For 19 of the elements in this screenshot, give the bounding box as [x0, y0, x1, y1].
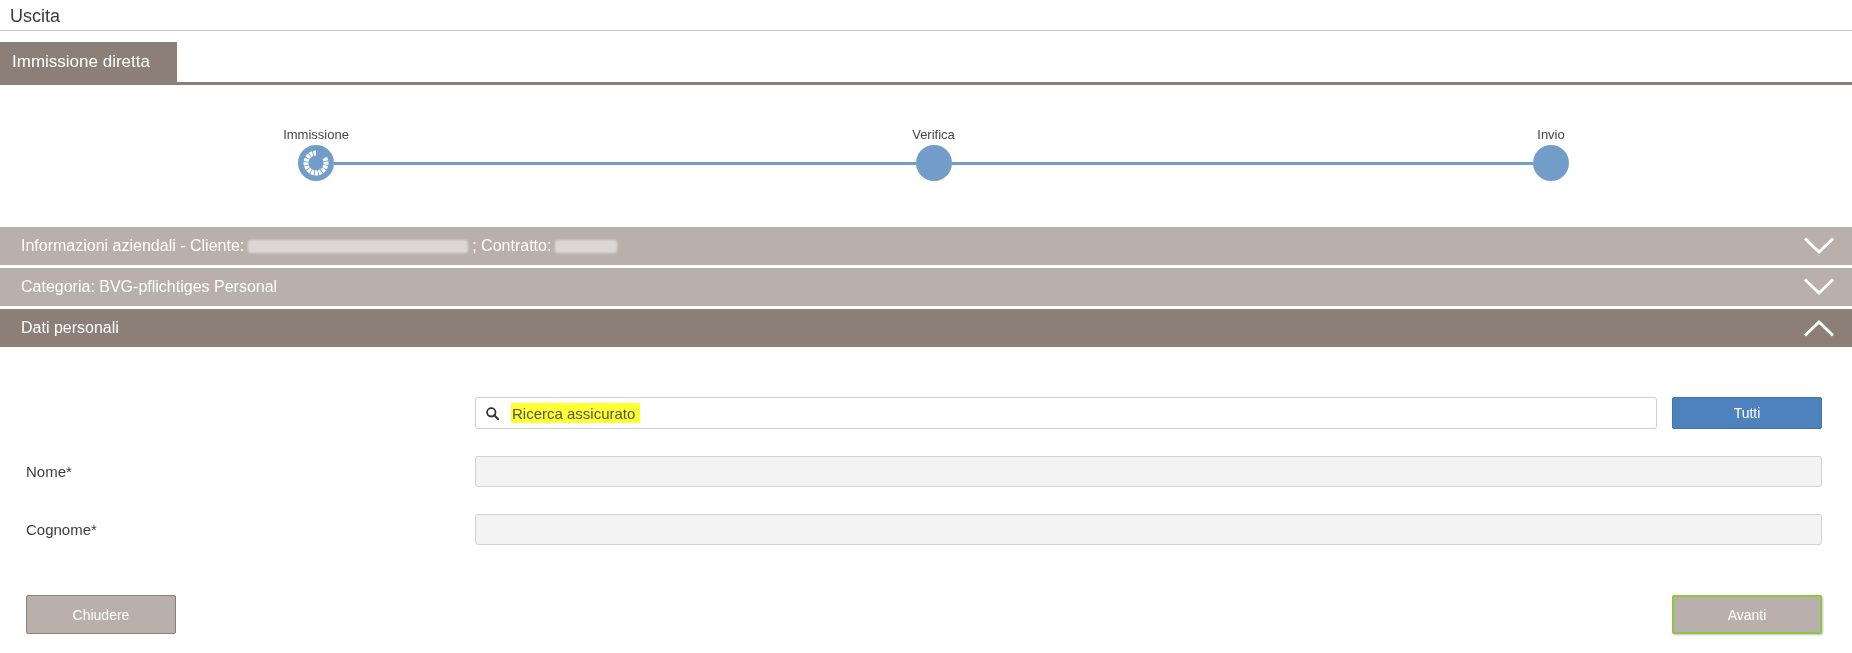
chevron-down-icon[interactable]	[1803, 278, 1835, 296]
section-header[interactable]: Categoria: BVG-pflichtiges Personal	[0, 268, 1852, 306]
page-title: Uscita	[10, 5, 60, 27]
field-label: Cognome*	[26, 521, 97, 538]
search-input[interactable]: Ricerca assicurato	[511, 403, 640, 423]
chevron-down-icon[interactable]	[1803, 237, 1835, 255]
field-label: Nome*	[26, 463, 72, 480]
action-button[interactable]: Chiudere	[26, 595, 176, 634]
section-header[interactable]: Dati personali	[0, 309, 1852, 347]
tab[interactable]: Immissione diretta	[0, 42, 177, 82]
search-field[interactable]: Ricerca assicurato	[475, 397, 1657, 429]
search-icon	[486, 406, 499, 420]
chevron-up-icon[interactable]	[1803, 319, 1835, 337]
section-header[interactable]: Informazioni aziendali - Cliente: ; Contratto:	[0, 227, 1852, 265]
step-label: Invio	[1537, 127, 1565, 143]
action-button[interactable]: Avanti	[1672, 595, 1822, 634]
all-button[interactable]: Tutti	[1672, 397, 1822, 429]
step-label: Verifica	[912, 127, 955, 143]
step-label: Immissione	[283, 127, 349, 143]
